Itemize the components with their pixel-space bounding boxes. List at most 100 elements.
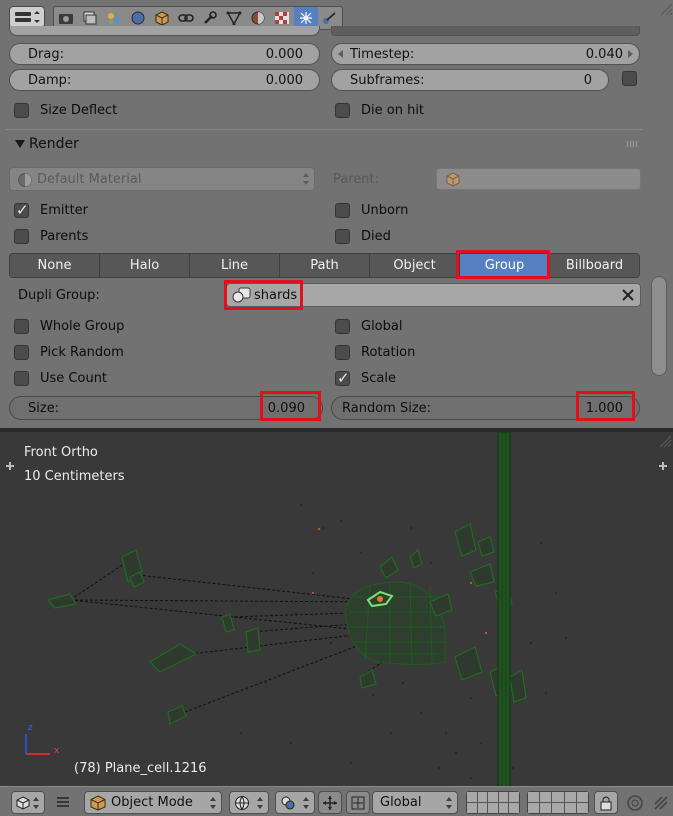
material-icon [251,11,265,25]
adaptive-subframes-checkbox[interactable] [622,71,637,86]
render-type-billboard[interactable]: Billboard [550,254,639,277]
whole-group-box[interactable] [14,318,29,334]
decrement-arrow-icon[interactable] [338,50,343,58]
parents-box[interactable] [14,228,29,244]
lock-layers-button[interactable] [594,791,618,814]
emitter-box[interactable] [14,201,29,219]
3d-viewport[interactable]: Front Ortho 10 Centimeters (78) Plane_ce… [0,432,673,786]
menu-collapse-icon[interactable] [56,796,70,808]
clear-x-icon[interactable] [621,288,635,302]
mode-arrows-icon [210,797,216,809]
pivot-point-dropdown[interactable] [275,791,315,814]
emitter-checkbox[interactable]: Emitter [14,201,88,219]
random-size-label: Random Size: [342,401,432,416]
render-type-path[interactable]: Path [280,254,370,277]
size-deflect-box[interactable] [14,102,29,118]
cube-icon [155,11,169,25]
collapse-triangle-icon[interactable] [15,140,25,148]
use-count-box[interactable] [14,370,29,386]
area-corner-grip-icon[interactable] [658,434,672,448]
render-type-group[interactable]: Group [460,254,550,277]
render-panel-header[interactable]: Render [6,129,643,159]
parent-object-field[interactable] [436,168,641,190]
particles-icon [300,12,312,24]
damp-label: Damp: [28,73,72,88]
axis-gizmo [25,734,50,755]
unborn-checkbox[interactable]: Unborn [335,201,408,219]
global-checkbox[interactable]: Global [335,317,402,335]
render-type-line[interactable]: Line [190,254,280,277]
subframes-label: Subframes: [350,73,425,88]
cube-icon [446,172,460,187]
layer-buttons-group-2[interactable] [527,791,589,814]
unborn-label: Unborn [361,202,409,218]
proportional-edit-icon[interactable] [626,794,644,812]
die-on-hit-checkbox[interactable]: Die on hit [335,101,424,119]
unborn-box[interactable] [335,202,350,218]
died-checkbox[interactable]: Died [335,227,391,245]
random-size-field[interactable]: Random Size: 1.000 [331,396,640,420]
timestep-label: Timestep: [350,47,415,62]
whole-group-checkbox[interactable]: Whole Group [14,317,124,335]
viewport-shading-dropdown[interactable] [229,791,269,814]
snap-icon[interactable] [652,794,670,812]
wrench-icon [204,11,217,24]
mode-label: Object Mode [111,795,193,810]
drag-grip-icon[interactable] [627,141,639,147]
global-box[interactable] [335,318,350,334]
mode-dropdown[interactable]: Object Mode [84,791,222,814]
corner-grip-icon[interactable] [657,0,673,16]
material-dropdown[interactable]: Default Material [9,167,315,191]
parents-checkbox[interactable]: Parents [14,227,88,245]
pick-random-checkbox[interactable]: Pick Random [14,343,124,361]
editor-type-button[interactable] [11,791,45,814]
damp-field[interactable]: Damp: 0.000 [9,69,320,91]
texture-icon [275,12,289,24]
pick-random-box[interactable] [14,344,29,360]
damp-value: 0.000 [265,73,303,88]
rotation-checkbox[interactable]: Rotation [335,343,415,361]
die-on-hit-box[interactable] [335,102,350,118]
properties-toggle-icon[interactable] [658,461,668,471]
use-count-checkbox[interactable]: Use Count [14,369,107,387]
physics-icon [323,12,336,24]
rotation-box[interactable] [335,344,350,360]
pivot-arrows-icon [303,797,309,809]
drag-field[interactable]: Drag: 0.000 [9,43,320,65]
timestep-value: 0.040 [585,47,623,62]
properties-editor: Drag: 0.000 Timestep: 0.040 Damp: 0.000 … [0,0,673,428]
increment-arrow-icon[interactable] [628,50,633,58]
translate-icon [351,796,365,809]
axis-z-label: z [28,723,33,733]
size-field[interactable]: Size: 0.090 [9,396,323,420]
camera-icon [59,14,73,24]
scale-box[interactable] [335,369,350,387]
manipulator-icon [323,795,337,810]
size-label: Size: [28,401,60,416]
pick-random-label: Pick Random [40,344,124,360]
translate-toggle[interactable] [346,791,370,814]
timestep-field[interactable]: Timestep: 0.040 [331,43,640,65]
editor-type-button[interactable] [9,6,45,28]
dupli-group-field[interactable]: shards [226,283,641,307]
manipulator-toggle[interactable] [318,791,342,814]
3d-view-header: Object Mode Global [0,786,673,816]
died-label: Died [361,228,391,244]
layer-buttons-group-1[interactable] [466,791,520,814]
size-deflect-checkbox[interactable]: Size Deflect [14,101,117,119]
shard-fragments [46,523,527,725]
emitter-mesh [344,581,446,665]
orientation-dropdown[interactable]: Global [372,791,458,814]
die-on-hit-label: Die on hit [361,102,425,118]
properties-scrollbar[interactable] [651,276,667,376]
pivot-icon [281,796,295,809]
render-type-halo[interactable]: Halo [100,254,190,277]
material-sphere-icon [18,173,32,187]
render-type-object[interactable]: Object [370,254,460,277]
subframes-field[interactable]: Subframes: 0 [331,69,609,91]
render-type-none[interactable]: None [10,254,100,277]
died-box[interactable] [335,228,350,244]
scale-checkbox[interactable]: Scale [335,369,396,387]
toolshelf-toggle-icon[interactable] [5,461,15,471]
scale-label: Scale [361,370,396,386]
